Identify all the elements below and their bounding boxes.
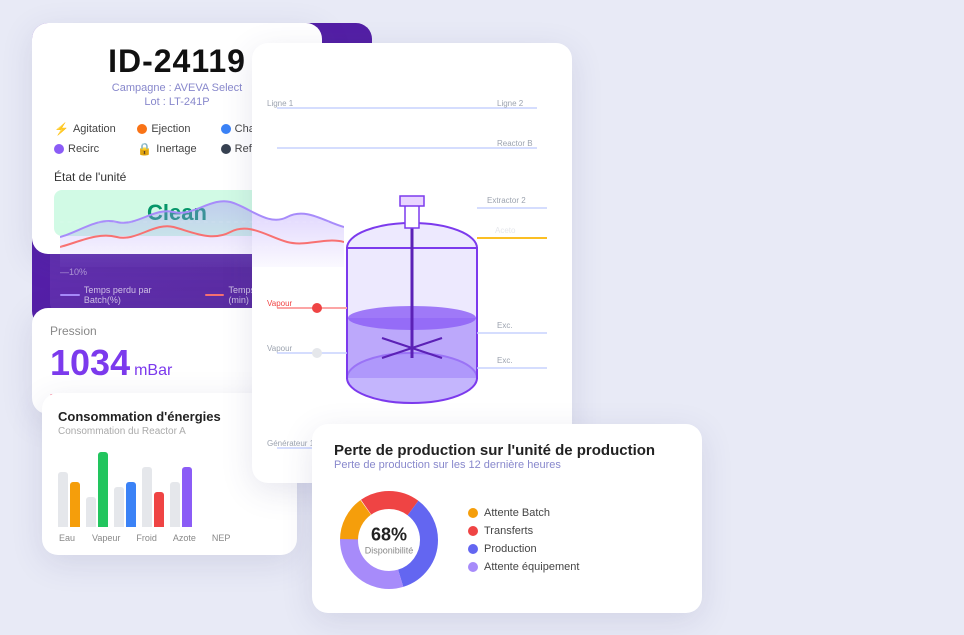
bar-vapeur (86, 452, 108, 527)
transferts-dot (468, 526, 478, 536)
pressure-value: 1034 mBar (50, 342, 264, 384)
ejection-dot (137, 124, 147, 134)
production-dot (468, 544, 478, 554)
energy-subtitle: Consommation du Reactor A (58, 426, 281, 437)
tag-agitation: ⚡ Agitation (54, 122, 133, 136)
tag-inertage: 🔒 Inertage (137, 142, 216, 156)
svg-text:Exc.: Exc. (497, 356, 513, 365)
transferts-label: Transferts (484, 525, 533, 537)
donut-label: 68% Disponibilité (365, 524, 414, 555)
donut-percentage: 68% (365, 524, 414, 545)
tag-recirc: Recirc (54, 142, 133, 156)
legend-purple-label: Temps perdu par Batch(%) (84, 285, 191, 305)
svg-text:Reactor B: Reactor B (497, 139, 533, 148)
production-card: Perte de production sur l'unité de produ… (312, 424, 702, 613)
prod-subtitle: Perte de production sur les 12 dernière … (334, 459, 680, 471)
bar-azote (142, 467, 164, 527)
energy-bar-chart (58, 447, 281, 527)
svg-text:Ligne 1: Ligne 1 (267, 99, 294, 108)
pressure-unit: mBar (134, 362, 172, 380)
energy-title: Consommation d'énergies (58, 409, 281, 424)
recirc-dot (54, 144, 64, 154)
attente-equipement-dot (468, 562, 478, 572)
attente-equipement-label: Attente équipement (484, 561, 579, 573)
chart-svg-area (60, 177, 344, 267)
legend-purple: Temps perdu par Batch(%) (60, 285, 191, 305)
svg-text:Exc.: Exc. (497, 321, 513, 330)
prod-legend: Attente Batch Transferts Production Atte… (468, 507, 579, 573)
pressure-number: 1034 (50, 342, 130, 384)
donut-sublabel: Disponibilité (365, 545, 414, 555)
svg-text:Vapour: Vapour (267, 344, 293, 353)
bar-eau (58, 472, 80, 527)
legend-transferts: Transferts (468, 525, 579, 537)
svg-text:Vapour: Vapour (267, 299, 293, 308)
dashboard-scene: ID-24119 Campagne : AVEVA Select Lot : L… (32, 23, 932, 613)
prod-content: 68% Disponibilité Attente Batch Transfer… (334, 485, 680, 595)
legend-attente-batch: Attente Batch (468, 507, 579, 519)
legend-attente-equipement: Attente équipement (468, 561, 579, 573)
svg-text:Ligne 2: Ligne 2 (497, 99, 524, 108)
prod-title: Perte de production sur l'unité de produ… (334, 442, 680, 459)
bar-froid (114, 482, 136, 527)
bar-nep (170, 467, 192, 527)
svg-text:Aceto: Aceto (495, 226, 516, 235)
pressure-label: Pression (50, 324, 264, 338)
refroi-dot (221, 144, 231, 154)
production-label: Production (484, 543, 537, 555)
svg-text:Extractor 2: Extractor 2 (487, 196, 526, 205)
tag-ejection: Ejection (137, 122, 216, 136)
attente-batch-label: Attente Batch (484, 507, 550, 519)
legend-production: Production (468, 543, 579, 555)
chaud-dot (221, 124, 231, 134)
donut-chart: 68% Disponibilité (334, 485, 444, 595)
svg-text:Générateur 1: Générateur 1 (267, 439, 315, 448)
attente-batch-dot (468, 508, 478, 518)
axis-left-bottom: —10% (60, 267, 87, 277)
bar-labels: Eau Vapeur Froid Azote NEP (58, 533, 281, 543)
